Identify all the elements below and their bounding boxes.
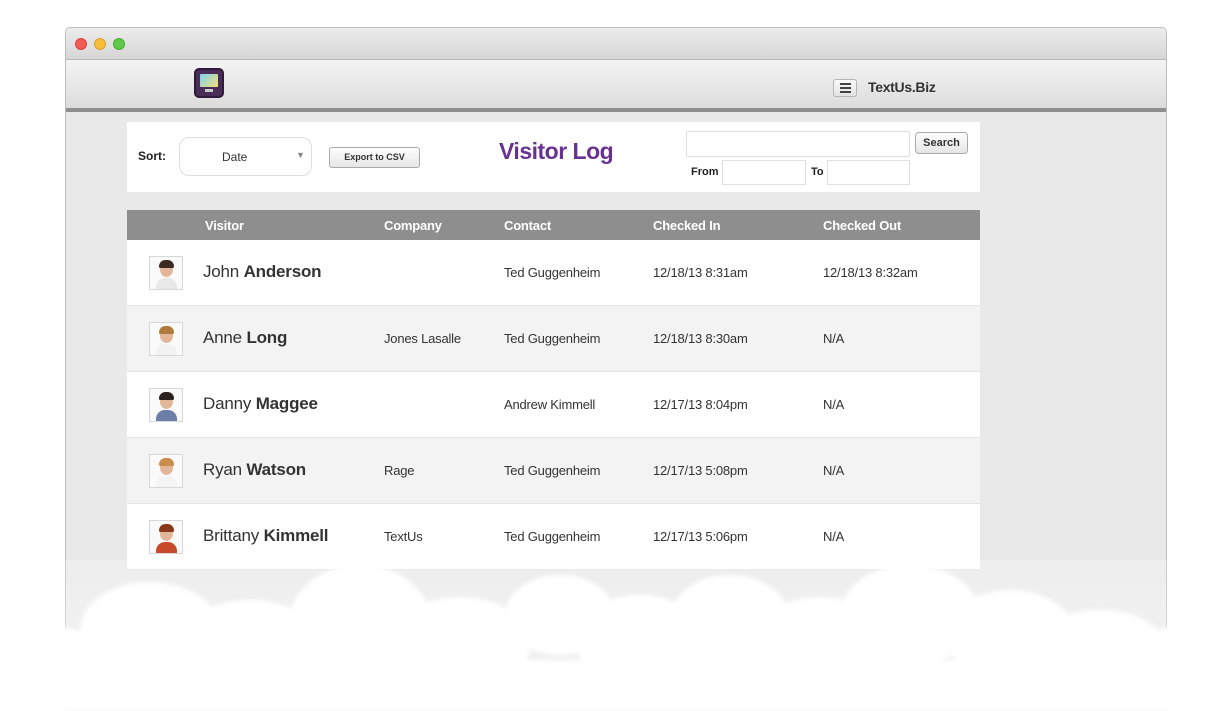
from-date-input[interactable]	[722, 160, 806, 185]
visitor-contact: Ted Guggenheim	[504, 529, 601, 544]
logo-screen	[200, 74, 218, 87]
checked-out-time: 12/18/13 8:32am	[823, 265, 918, 280]
page-title: Visitor Log	[499, 138, 614, 164]
search-input[interactable]	[686, 131, 910, 157]
visitor-contact: Andrew Kimmell	[504, 397, 596, 412]
visitor-table: Visitor Company Contact Checked In Check…	[127, 210, 980, 570]
checked-out-time: N/A	[823, 463, 845, 478]
maximize-window-icon[interactable]	[113, 38, 125, 50]
column-header-checked-out[interactable]: Checked Out	[823, 218, 901, 233]
visitor-name: Danny Maggee	[203, 394, 318, 413]
visitor-contact: Ted Guggenheim	[504, 463, 601, 478]
visitor-contact: Ted Guggenheim	[504, 265, 601, 280]
table-row[interactable]: Danny Maggee Andrew Kimmell 12/17/13 8:0…	[127, 372, 980, 438]
logo-stand	[205, 89, 213, 92]
brand-name: TextUs.Biz	[868, 79, 936, 95]
visitor-contact: Ted Guggenheim	[504, 331, 601, 346]
table-row[interactable]: Anne Long Jones Lasalle Ted Guggenheim 1…	[127, 306, 980, 372]
log-toolbar: Sort: Date ▼ Export to CSV Visitor Log S…	[127, 122, 980, 192]
table-header: Visitor Company Contact Checked In Check…	[127, 210, 980, 240]
window-titlebar	[66, 28, 1166, 60]
hamburger-menu-icon[interactable]	[833, 79, 857, 97]
checked-out-time: N/A	[823, 529, 845, 544]
minimize-window-icon[interactable]	[94, 38, 106, 50]
from-label: From	[691, 166, 719, 178]
column-header-company[interactable]: Company	[384, 218, 442, 233]
checked-in-time: 12/18/13 8:30am	[653, 331, 748, 346]
chevron-down-icon: ▼	[296, 150, 305, 160]
close-window-icon[interactable]	[75, 38, 87, 50]
column-header-checked-in[interactable]: Checked In	[653, 218, 721, 233]
checked-out-time: N/A	[823, 397, 845, 412]
visitor-avatar	[149, 322, 183, 356]
checked-in-time: 12/18/13 8:31am	[653, 265, 748, 280]
sort-select-value: Date	[222, 150, 248, 164]
checked-in-time: 12/17/13 5:06pm	[653, 529, 748, 544]
checked-in-time: 12/17/13 8:04pm	[653, 397, 748, 412]
export-csv-button[interactable]: Export to CSV	[329, 147, 420, 168]
visitor-avatar	[149, 256, 183, 290]
column-header-visitor[interactable]: Visitor	[205, 218, 244, 233]
app-logo-icon[interactable]	[194, 68, 224, 98]
visitor-company: Rage	[384, 463, 415, 478]
table-row[interactable]: John Anderson Ted Guggenheim 12/18/13 8:…	[127, 240, 980, 306]
visitor-company: Jones Lasalle	[384, 331, 461, 346]
column-header-contact[interactable]: Contact	[504, 218, 551, 233]
visitor-avatar	[149, 520, 183, 554]
search-button[interactable]: Search	[915, 132, 968, 154]
visitor-avatar	[149, 454, 183, 488]
visitor-company: TextUs	[384, 529, 423, 544]
visitor-name: Ryan Watson	[203, 460, 306, 479]
checked-in-time: 12/17/13 5:08pm	[653, 463, 748, 478]
table-row[interactable]: Ryan Watson Rage Ted Guggenheim 12/17/13…	[127, 438, 980, 504]
visitor-name: John Anderson	[203, 262, 322, 281]
table-row[interactable]: Brittany Kimmell TextUs Ted Guggenheim 1…	[127, 504, 980, 570]
sort-select[interactable]: Date ▼	[179, 137, 312, 176]
to-label: To	[811, 166, 824, 178]
visitor-name: Anne Long	[203, 328, 288, 347]
app-header: TextUs.Biz	[66, 60, 1166, 112]
sort-label: Sort:	[138, 149, 166, 163]
checked-out-time: N/A	[823, 331, 845, 346]
to-date-input[interactable]	[827, 160, 910, 185]
visitor-name: Brittany Kimmell	[203, 526, 329, 545]
visitor-avatar	[149, 388, 183, 422]
